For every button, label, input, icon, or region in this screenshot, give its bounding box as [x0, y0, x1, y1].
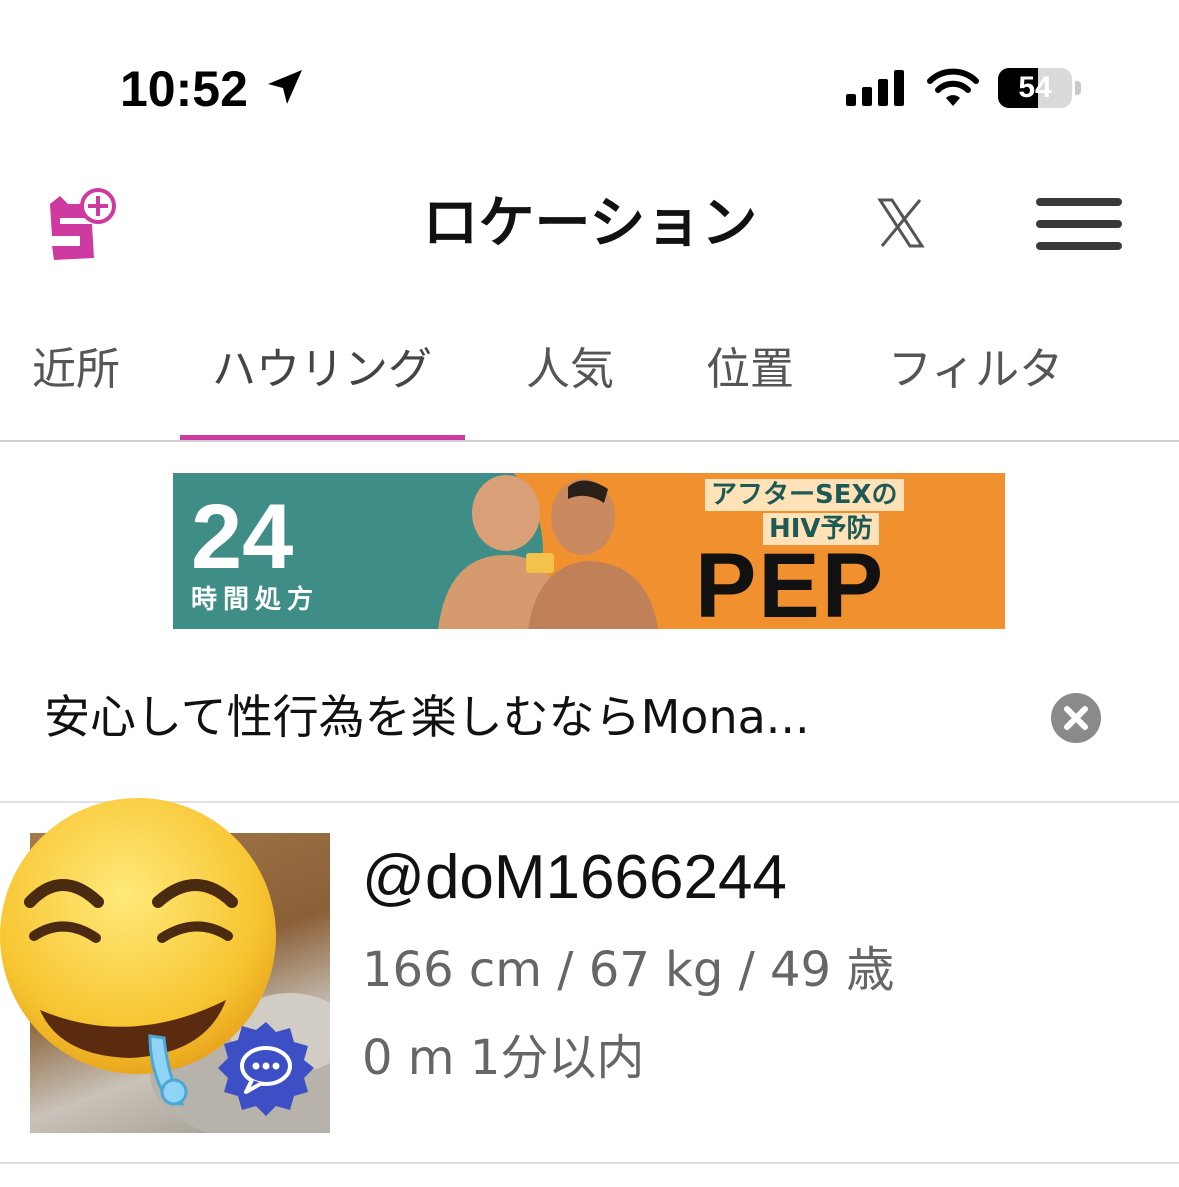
battery-cap	[1075, 81, 1081, 95]
ad-banner[interactable]: 24 時間処方 アフターSEXの HIV予防 PEP	[173, 473, 1005, 629]
tab-filter[interactable]: フィルタ	[888, 340, 1063, 400]
banner-subtitle: 時間処方	[191, 585, 320, 615]
tab-location[interactable]: 位置	[706, 340, 794, 400]
menu-icon[interactable]	[1036, 198, 1122, 250]
user-handle[interactable]: @doM1666244	[362, 842, 787, 914]
row-divider	[0, 1162, 1179, 1164]
tab-bar: 近所 ハウリング 人気 位置 フィルタ	[0, 330, 1179, 442]
user-stats: 166 cm / 67 kg / 49 歳	[362, 942, 895, 998]
app-logo-icon[interactable]	[46, 188, 120, 264]
tab-popular[interactable]: 人気	[526, 340, 614, 400]
banner-brand: PEP	[695, 535, 886, 629]
cellular-signal-icon	[846, 70, 904, 106]
banner-photo	[438, 475, 658, 629]
battery-body: 54	[998, 68, 1072, 108]
app-screen: 10:52 54 ロケーション 近所 ハウリング 人気 位置 フィルタ 24 時…	[0, 0, 1179, 1187]
location-arrow-icon	[268, 70, 302, 104]
tab-nearby[interactable]: 近所	[32, 340, 120, 400]
page-title: ロケーション	[422, 191, 758, 256]
banner-headline-1: アフターSEXの	[705, 479, 904, 511]
banner-number: 24	[191, 486, 294, 588]
battery-level-text: 54	[1018, 71, 1052, 104]
wifi-icon	[927, 68, 979, 106]
user-distance-time: 0 m 1分以内	[362, 1030, 645, 1086]
battery-icon: 54	[998, 68, 1084, 110]
tab-howling[interactable]: ハウリング	[212, 340, 432, 400]
x-icon[interactable]	[874, 196, 928, 250]
chat-bubble-icon[interactable]	[218, 1020, 314, 1116]
status-time: 10:52	[120, 61, 248, 117]
tabs-divider	[0, 440, 1179, 442]
ad-caption[interactable]: 安心して性行為を楽しむならMona...	[44, 686, 1024, 748]
close-circle-icon[interactable]	[1050, 692, 1102, 744]
